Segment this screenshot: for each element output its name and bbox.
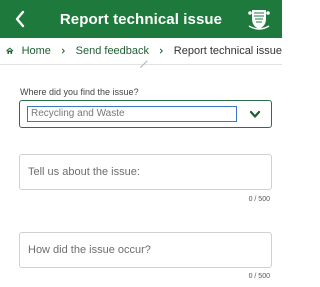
home-icon[interactable] bbox=[6, 44, 14, 58]
chevron-right-icon bbox=[159, 48, 163, 54]
chevron-down-icon[interactable] bbox=[249, 110, 261, 119]
issue-occurrence-counter: 0 / 500 bbox=[248, 273, 270, 280]
chevron-left-icon bbox=[15, 10, 25, 28]
issue-occurrence-field[interactable]: How did the issue occur? bbox=[19, 232, 272, 268]
back-button[interactable] bbox=[8, 4, 32, 34]
breadcrumb-current: Report technical issue bbox=[173, 45, 282, 57]
chevron-right-icon bbox=[61, 48, 65, 54]
app-header: Report technical issue bbox=[0, 0, 282, 38]
location-select-value[interactable]: Recycling and Waste bbox=[27, 106, 237, 122]
breadcrumb-send-feedback[interactable]: Send feedback bbox=[76, 45, 149, 57]
issue-description-placeholder: Tell us about the issue: bbox=[28, 166, 140, 178]
issue-occurrence-placeholder: How did the issue occur? bbox=[28, 244, 151, 256]
issue-description-field[interactable]: Tell us about the issue: bbox=[19, 154, 272, 190]
breadcrumb-home[interactable]: Home bbox=[22, 45, 51, 57]
crest-logo-icon bbox=[248, 10, 270, 30]
page-title: Report technical issue bbox=[59, 10, 223, 28]
location-select[interactable]: Recycling and Waste bbox=[19, 100, 272, 128]
pencil-icon bbox=[140, 60, 148, 68]
issue-description-counter: 0 / 500 bbox=[248, 196, 270, 203]
location-label: Where did you find the issue? bbox=[20, 87, 139, 97]
